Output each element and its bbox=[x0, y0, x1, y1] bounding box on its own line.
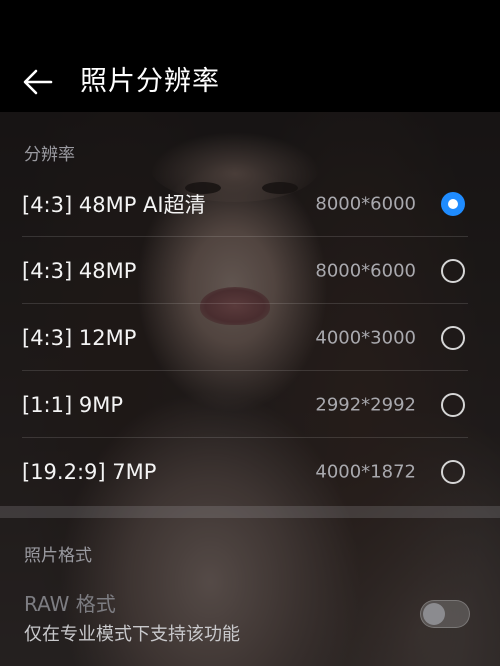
resolution-option-48mp[interactable]: [4:3] 48MP 8000*6000 bbox=[0, 237, 500, 304]
raw-format-toggle[interactable] bbox=[420, 600, 470, 628]
section-separator bbox=[0, 506, 500, 518]
resolution-option-12mp[interactable]: [4:3] 12MP 4000*3000 bbox=[0, 304, 500, 371]
raw-format-title: RAW 格式 bbox=[24, 592, 116, 616]
resolution-option-label: [1:1] 9MP bbox=[22, 392, 124, 417]
resolution-option-label: [4:3] 48MP bbox=[22, 258, 137, 283]
page-title: 照片分辨率 bbox=[80, 66, 220, 97]
resolution-option-size: 4000*3000 bbox=[315, 327, 416, 348]
raw-format-row[interactable]: RAW 格式 仅在专业模式下支持该功能 bbox=[0, 582, 500, 652]
resolution-option-48mp-ai[interactable]: [4:3] 48MP AI超清 8000*6000 bbox=[0, 170, 500, 237]
resolution-option-7mp[interactable]: [19.2:9] 7MP 4000*1872 bbox=[0, 438, 500, 505]
radio-button[interactable] bbox=[441, 392, 465, 417]
section-header-resolution: 分辨率 bbox=[24, 145, 75, 165]
resolution-option-label: [4:3] 12MP bbox=[22, 325, 137, 350]
section-header-photo-format: 照片格式 bbox=[24, 546, 92, 566]
resolution-option-9mp[interactable]: [1:1] 9MP 2992*2992 bbox=[0, 371, 500, 438]
resolution-option-size: 8000*6000 bbox=[315, 260, 416, 281]
resolution-option-size: 8000*6000 bbox=[315, 193, 416, 214]
photo-resolution-screen: 照片分辨率 分辨率 [4:3] 48MP AI超清 8000*6000 [4:3… bbox=[0, 0, 500, 666]
title-bar: 照片分辨率 bbox=[0, 0, 500, 112]
radio-button[interactable] bbox=[441, 325, 465, 350]
resolution-option-label: [19.2:9] 7MP bbox=[22, 459, 157, 484]
resolution-option-size: 2992*2992 bbox=[315, 394, 416, 415]
radio-button-selected[interactable] bbox=[441, 191, 465, 216]
raw-format-subtitle: 仅在专业模式下支持该功能 bbox=[24, 624, 240, 645]
arrow-left-icon bbox=[18, 62, 58, 102]
radio-button[interactable] bbox=[441, 459, 465, 484]
back-button[interactable] bbox=[18, 62, 58, 102]
resolution-option-size: 4000*1872 bbox=[315, 461, 416, 482]
toggle-knob bbox=[423, 603, 445, 625]
radio-button[interactable] bbox=[441, 258, 465, 283]
resolution-option-label: [4:3] 48MP AI超清 bbox=[22, 192, 206, 217]
